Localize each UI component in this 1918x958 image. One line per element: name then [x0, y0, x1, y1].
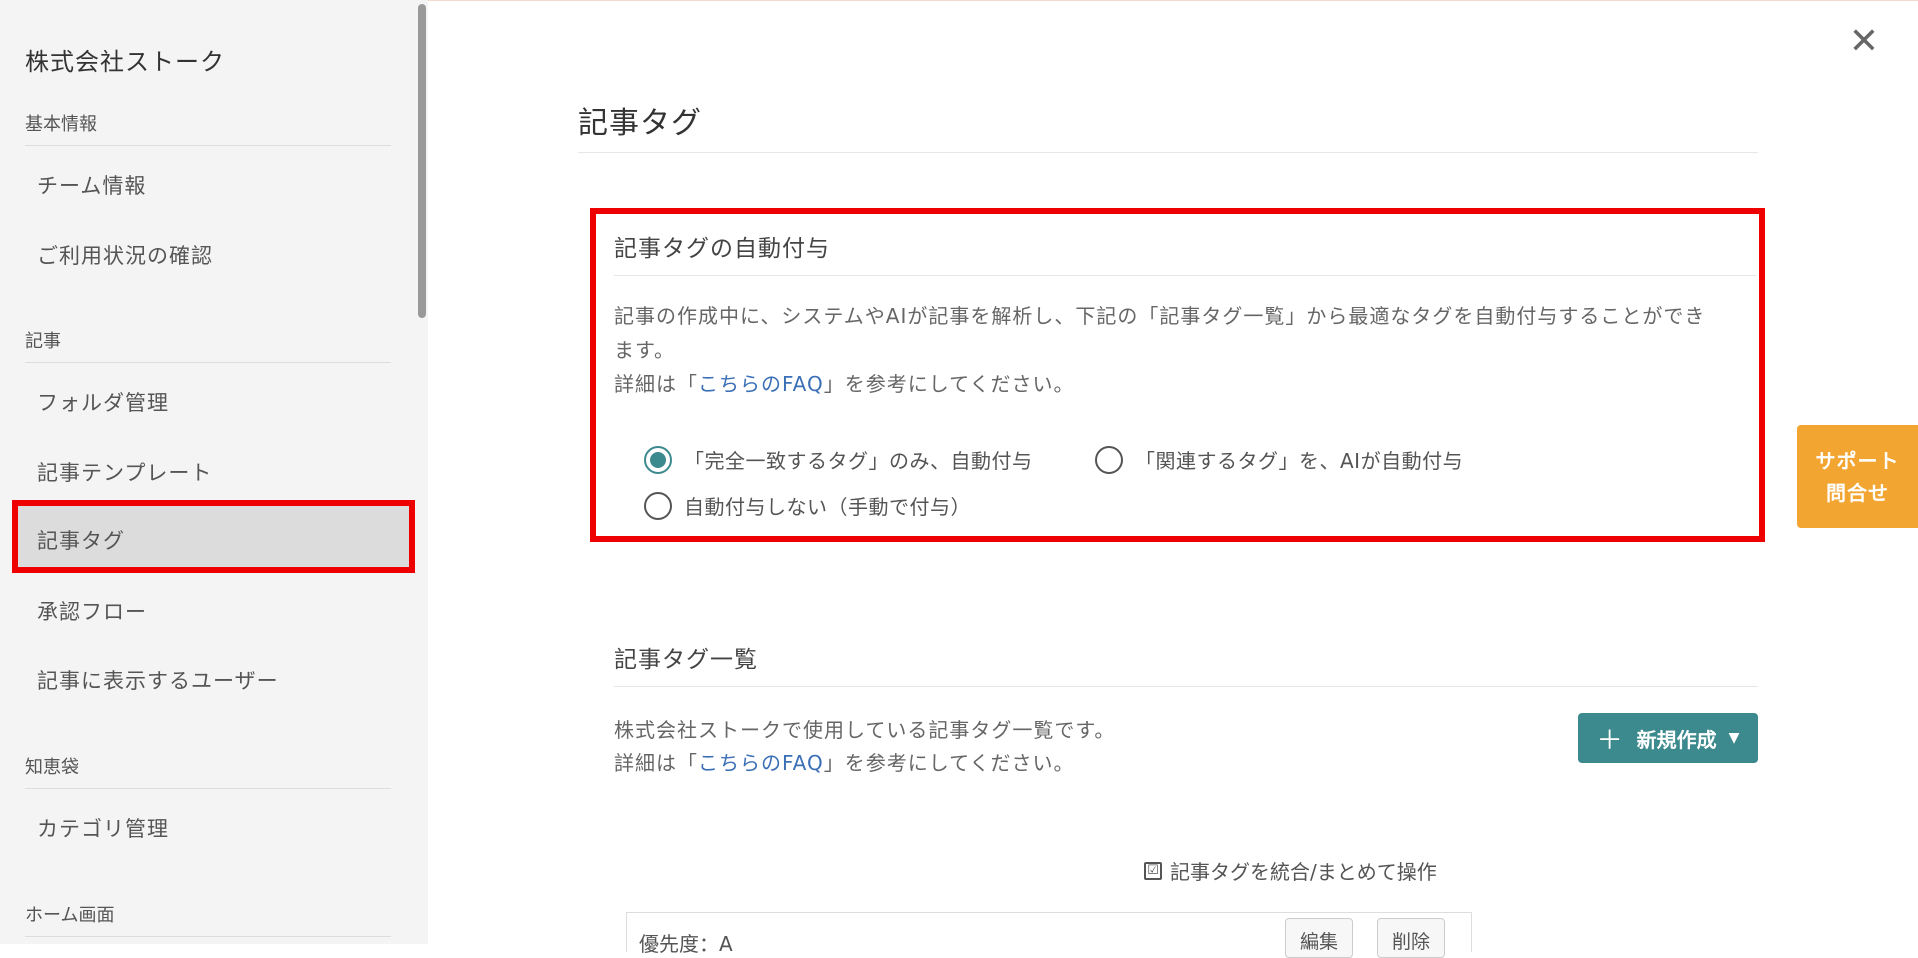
plus-icon: ＋ — [1596, 725, 1623, 756]
faq-prefix: 詳細は「 — [614, 751, 698, 775]
radio-exact-match-label: 「完全一致するタグ」のみ、自動付与 — [684, 449, 1033, 473]
support-line2: 問合せ — [1826, 480, 1889, 505]
auto-assign-divider — [614, 275, 1756, 276]
company-name: 株式会社ストーク — [25, 48, 225, 76]
auto-assign-title: 記事タグの自動付与 — [614, 236, 830, 262]
faq-link[interactable]: こちらのFAQ — [698, 372, 824, 396]
faq-suffix: 」を参考にしてください。 — [823, 751, 1075, 775]
tag-list-faq-line: 詳細は「こちらのFAQ」を参考にしてください。 — [614, 746, 1514, 780]
tag-list-desc: 株式会社ストークで使用している記事タグ一覧です。 — [614, 718, 1116, 742]
tag-priority: 優先度：A — [639, 932, 733, 956]
sidebar-item-template[interactable]: 記事テンプレート — [37, 457, 212, 487]
radio-manual[interactable]: 自動付与しない（手動で付与） — [644, 491, 971, 520]
new-tag-label: 新規作成 — [1636, 727, 1717, 752]
settings-sidebar: 株式会社ストーク 基本情報 チーム情報 ご利用状況の確認 記事 フォルダ管理 記… — [0, 0, 428, 944]
radio-unchecked-icon — [1095, 445, 1123, 474]
new-tag-button[interactable]: ＋ 新規作成 ▼ — [1578, 713, 1758, 763]
tag-list-title: 記事タグ一覧 — [614, 647, 758, 673]
caret-down-icon: ▼ — [1728, 730, 1740, 746]
bulk-operation-link[interactable]: ☑ 記事タグを統合/まとめて操作 — [1144, 856, 1437, 885]
faq-prefix: 詳細は「 — [614, 372, 698, 396]
section-basic-info: 基本情報 — [25, 110, 391, 146]
bulk-operation-label: 記事タグを統合/まとめて操作 — [1170, 860, 1437, 884]
auto-assign-desc-line2: ます。 — [614, 338, 675, 362]
sidebar-item-article-tags[interactable]: 記事タグ — [37, 525, 125, 555]
sidebar-item-team-info[interactable]: チーム情報 — [37, 170, 146, 200]
sidebar-item-approval-flow[interactable]: 承認フロー — [37, 596, 147, 626]
delete-tag-button[interactable]: 削除 — [1377, 918, 1446, 958]
edit-tag-button[interactable]: 編集 — [1285, 918, 1354, 958]
support-contact-button[interactable]: サポート 問合せ — [1797, 425, 1918, 528]
title-divider — [578, 152, 1758, 153]
radio-manual-label: 自動付与しない（手動で付与） — [684, 495, 971, 519]
page-title: 記事タグ — [578, 106, 702, 141]
sidebar-scrollbar[interactable] — [418, 4, 426, 318]
sidebar-item-display-users[interactable]: 記事に表示するユーザー — [37, 665, 279, 695]
sidebar-item-usage[interactable]: ご利用状況の確認 — [37, 240, 213, 270]
section-home-screen: ホーム画面 — [25, 901, 391, 937]
tag-list-divider — [614, 686, 1758, 687]
checkbox-icon: ☑ — [1144, 861, 1162, 880]
radio-unchecked-icon — [644, 491, 672, 520]
faq-link[interactable]: こちらのFAQ — [698, 751, 824, 775]
radio-ai-related[interactable]: 「関連するタグ」を、AIが自動付与 — [1095, 445, 1463, 474]
radio-checked-icon — [644, 445, 672, 474]
sidebar-item-folder[interactable]: フォルダ管理 — [37, 387, 169, 417]
auto-assign-faq-line: 詳細は「こちらのFAQ」を参考にしてください。 — [614, 367, 1754, 401]
radio-exact-match[interactable]: 「完全一致するタグ」のみ、自動付与 — [644, 445, 1033, 474]
support-line1: サポート — [1815, 448, 1900, 473]
auto-assign-desc-line1: 記事の作成中に、システムやAIが記事を解析し、下記の「記事タグ一覧」から最適なタ… — [614, 304, 1706, 328]
close-icon[interactable]: ✕ — [1848, 24, 1880, 60]
radio-ai-related-label: 「関連するタグ」を、AIが自動付与 — [1135, 449, 1464, 473]
section-chiebukuro: 知恵袋 — [25, 753, 391, 789]
faq-suffix: 」を参考にしてください。 — [823, 372, 1075, 396]
sidebar-item-category[interactable]: カテゴリ管理 — [37, 813, 169, 843]
section-articles: 記事 — [25, 327, 391, 363]
